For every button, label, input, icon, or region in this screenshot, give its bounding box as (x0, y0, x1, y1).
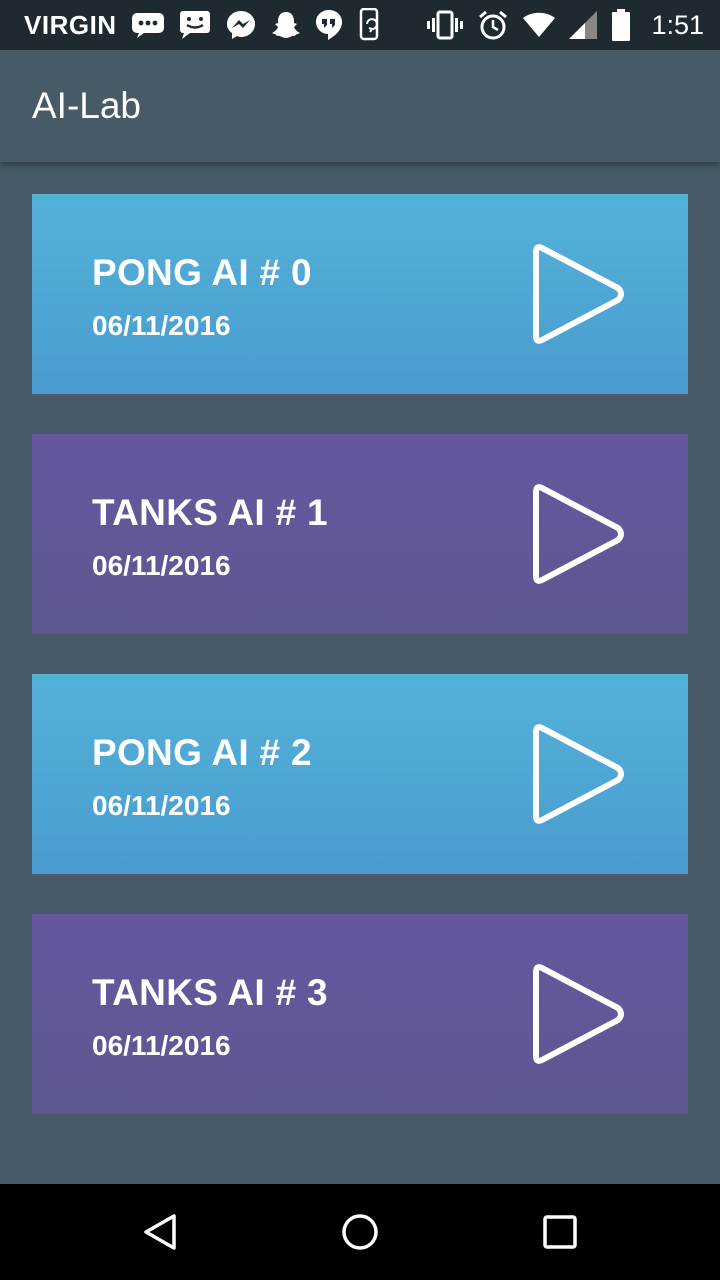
play-icon[interactable] (530, 242, 626, 351)
card-date: 06/11/2016 (92, 790, 231, 821)
navigation-bar (0, 1184, 720, 1280)
messages-icon (131, 11, 165, 39)
card-title: PONG AI # 0 (92, 252, 312, 293)
list-item-pong-ai-0[interactable]: PONG AI # 0 06/11/2016 (32, 194, 688, 394)
status-bar: VIRGIN 1:51 (0, 0, 720, 50)
alarm-icon (477, 9, 509, 41)
clock: 1:51 (651, 9, 704, 40)
back-icon[interactable] (140, 1212, 180, 1257)
phone-sync-icon (357, 8, 383, 42)
card-title: TANKS AI # 3 (92, 972, 328, 1013)
play-icon[interactable] (530, 962, 626, 1071)
list-item-pong-ai-2[interactable]: PONG AI # 2 06/11/2016 (32, 674, 688, 874)
messenger-icon (225, 9, 257, 41)
system-icons: 1:51 (427, 9, 710, 41)
app-bar: AI-Lab (0, 50, 720, 162)
card-date: 06/11/2016 (92, 310, 231, 341)
card-date: 06/11/2016 (92, 550, 231, 581)
carrier-name: VIRGIN (24, 9, 117, 40)
vibrate-icon (427, 10, 464, 40)
recent-apps-icon[interactable] (540, 1212, 580, 1257)
play-icon[interactable] (530, 482, 626, 591)
snapchat-icon (271, 10, 301, 40)
signal-icon (569, 11, 598, 39)
list-item-tanks-ai-3[interactable]: TANKS AI # 3 06/11/2016 (32, 914, 688, 1114)
app-title: AI-Lab (32, 85, 142, 126)
card-title: PONG AI # 2 (92, 732, 312, 773)
chat-icon (179, 10, 211, 40)
hangouts-icon (315, 9, 343, 41)
play-icon[interactable] (530, 722, 626, 831)
home-icon[interactable] (340, 1212, 380, 1257)
list-item-tanks-ai-1[interactable]: TANKS AI # 1 06/11/2016 (32, 434, 688, 634)
ai-list: PONG AI # 0 06/11/2016 TANKS AI # 1 06/1… (32, 194, 688, 1154)
notification-icons (131, 8, 383, 42)
card-title: TANKS AI # 1 (92, 492, 328, 533)
battery-icon (611, 9, 631, 41)
card-date: 06/11/2016 (92, 1030, 231, 1061)
wifi-icon (523, 12, 556, 38)
